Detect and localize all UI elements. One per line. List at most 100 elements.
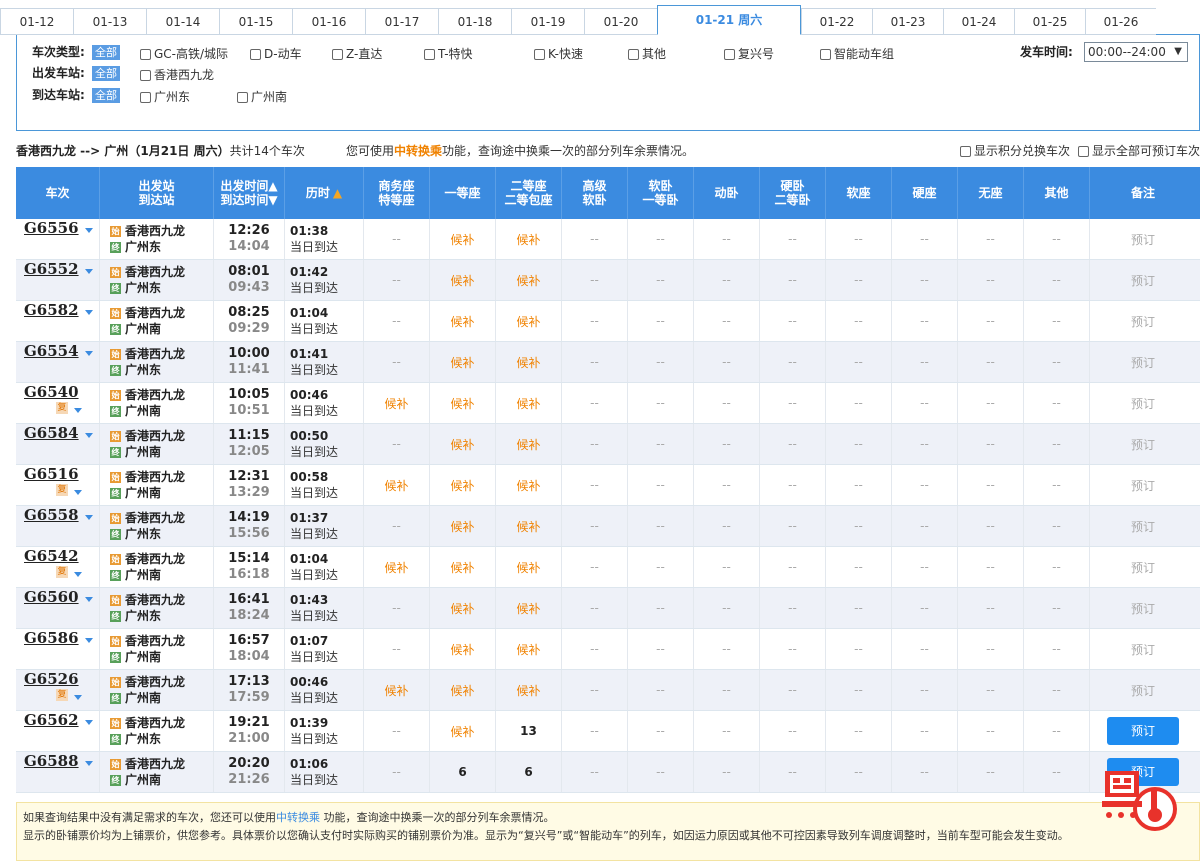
caret-down-icon[interactable] [84, 269, 93, 274]
train-type-checkbox[interactable]: 其他 [628, 45, 666, 63]
train-type-all-button[interactable]: 全部 [92, 45, 120, 60]
first-class-seat[interactable]: 候补 [430, 711, 496, 751]
book-button[interactable]: 预订 [1131, 272, 1155, 289]
caret-down-icon[interactable] [84, 597, 93, 602]
train-type-checkbox[interactable]: K-快速 [534, 45, 583, 63]
second-class-seat[interactable]: 6 [496, 752, 562, 792]
caret-down-icon[interactable] [84, 638, 93, 643]
caret-down-icon[interactable] [84, 310, 93, 315]
train-number-link[interactable]: G6554 [24, 342, 93, 360]
first-class-seat[interactable]: 候补 [430, 629, 496, 669]
transfer-link[interactable]: 中转换乘 [394, 144, 442, 158]
date-tab[interactable]: 01-20 [584, 8, 657, 35]
second-class-seat[interactable]: 候补 [496, 588, 562, 628]
caret-down-icon[interactable] [84, 720, 93, 725]
book-button[interactable]: 预订 [1131, 477, 1155, 494]
show-all-bookable-checkbox[interactable]: 显示全部可预订车次 [1077, 142, 1200, 160]
caret-down-icon[interactable] [84, 515, 93, 520]
caret-down-icon[interactable] [74, 408, 82, 413]
train-number-link[interactable]: G6558 [24, 506, 93, 524]
second-class-seat[interactable]: 候补 [496, 301, 562, 341]
train-number-link[interactable]: G6582 [24, 301, 93, 319]
train-type-checkbox[interactable]: 智能动车组 [820, 45, 894, 63]
first-class-seat[interactable]: 候补 [430, 383, 496, 423]
show-points-trains-checkbox[interactable]: 显示积分兑换车次 [959, 142, 1070, 160]
caret-down-icon[interactable] [84, 761, 93, 766]
caret-down-icon[interactable] [84, 351, 93, 356]
train-number-link[interactable]: G6516 [24, 465, 79, 483]
train-number-link[interactable]: G6556 [24, 219, 93, 237]
date-tab[interactable]: 01-13 [73, 8, 146, 35]
caret-down-icon[interactable] [74, 572, 82, 577]
caret-down-icon[interactable] [84, 228, 93, 233]
second-class-seat[interactable]: 候补 [496, 465, 562, 505]
train-number-link[interactable]: G6552 [24, 260, 93, 278]
second-class-seat[interactable]: 候补 [496, 383, 562, 423]
to-station-all-button[interactable]: 全部 [92, 88, 120, 103]
train-number-link[interactable]: G6526 [24, 670, 79, 688]
book-button[interactable]: 预订 [1131, 313, 1155, 330]
book-button[interactable]: 预订 [1131, 559, 1155, 576]
header-arr-time[interactable]: 到达时间▼ [220, 193, 277, 207]
first-class-seat[interactable]: 候补 [430, 219, 496, 259]
train-type-checkbox[interactable]: 复兴号 [724, 45, 774, 63]
train-number-link[interactable]: G6588 [24, 752, 93, 770]
book-button[interactable]: 预订 [1107, 717, 1179, 745]
book-button[interactable]: 预订 [1131, 682, 1155, 699]
caret-down-icon[interactable] [74, 695, 82, 700]
first-class-seat[interactable]: 候补 [430, 424, 496, 464]
train-type-checkbox[interactable]: Z-直达 [332, 45, 382, 63]
train-number-link[interactable]: G6562 [24, 711, 93, 729]
train-number-link[interactable]: G6540 [24, 383, 79, 401]
second-class-seat[interactable]: 候补 [496, 670, 562, 710]
departure-time-select[interactable]: 00:00--24:00 ▼ [1084, 42, 1188, 62]
second-class-seat[interactable]: 候补 [496, 424, 562, 464]
book-button[interactable]: 预订 [1131, 395, 1155, 412]
header-time[interactable]: 出发时间▲ 到达时间▼ [214, 167, 285, 219]
date-tab[interactable]: 01-22 [801, 8, 872, 35]
date-tab[interactable]: 01-23 [872, 8, 943, 35]
to-station-checkbox[interactable]: 广州南 [237, 88, 287, 106]
date-tab[interactable]: 01-19 [511, 8, 584, 35]
train-number-link[interactable]: G6586 [24, 629, 93, 647]
first-class-seat[interactable]: 候补 [430, 547, 496, 587]
date-tab[interactable]: 01-25 [1014, 8, 1085, 35]
date-tab[interactable]: 01-24 [943, 8, 1014, 35]
train-type-checkbox[interactable]: T-特快 [424, 45, 473, 63]
first-class-seat[interactable]: 候补 [430, 342, 496, 382]
from-station-checkbox[interactable]: 香港西九龙 [140, 66, 214, 84]
train-type-checkbox[interactable]: GC-高铁/城际 [140, 45, 228, 63]
first-class-seat[interactable]: 候补 [430, 301, 496, 341]
business-seat[interactable]: 候补 [364, 547, 430, 587]
book-button[interactable]: 预订 [1131, 231, 1155, 248]
header-dep-time[interactable]: 出发时间▲ [220, 179, 277, 193]
header-duration[interactable]: 历时 ▲ [285, 167, 364, 219]
second-class-seat[interactable]: 候补 [496, 629, 562, 669]
notice-transfer-link[interactable]: 中转换乘 [276, 811, 320, 824]
first-class-seat[interactable]: 候补 [430, 465, 496, 505]
train-number-link[interactable]: G6560 [24, 588, 93, 606]
book-button[interactable]: 预订 [1131, 600, 1155, 617]
first-class-seat[interactable]: 候补 [430, 506, 496, 546]
second-class-seat[interactable]: 候补 [496, 547, 562, 587]
book-button[interactable]: 预订 [1131, 436, 1155, 453]
book-button[interactable]: 预订 [1131, 354, 1155, 371]
date-tab[interactable]: 01-12 [0, 8, 73, 35]
caret-down-icon[interactable] [74, 490, 82, 495]
second-class-seat[interactable]: 候补 [496, 219, 562, 259]
book-button[interactable]: 预订 [1131, 641, 1155, 658]
business-seat[interactable]: 候补 [364, 465, 430, 505]
date-tab[interactable]: 01-21 周六 [657, 5, 801, 35]
from-station-all-button[interactable]: 全部 [92, 66, 120, 81]
book-button[interactable]: 预订 [1131, 518, 1155, 535]
business-seat[interactable]: 候补 [364, 383, 430, 423]
business-seat[interactable]: 候补 [364, 670, 430, 710]
first-class-seat[interactable]: 候补 [430, 588, 496, 628]
second-class-seat[interactable]: 候补 [496, 260, 562, 300]
date-tab[interactable]: 01-17 [365, 8, 438, 35]
second-class-seat[interactable]: 13 [496, 711, 562, 751]
caret-down-icon[interactable] [84, 433, 93, 438]
first-class-seat[interactable]: 候补 [430, 670, 496, 710]
to-station-checkbox[interactable]: 广州东 [140, 88, 190, 106]
train-number-link[interactable]: G6542 [24, 547, 79, 565]
